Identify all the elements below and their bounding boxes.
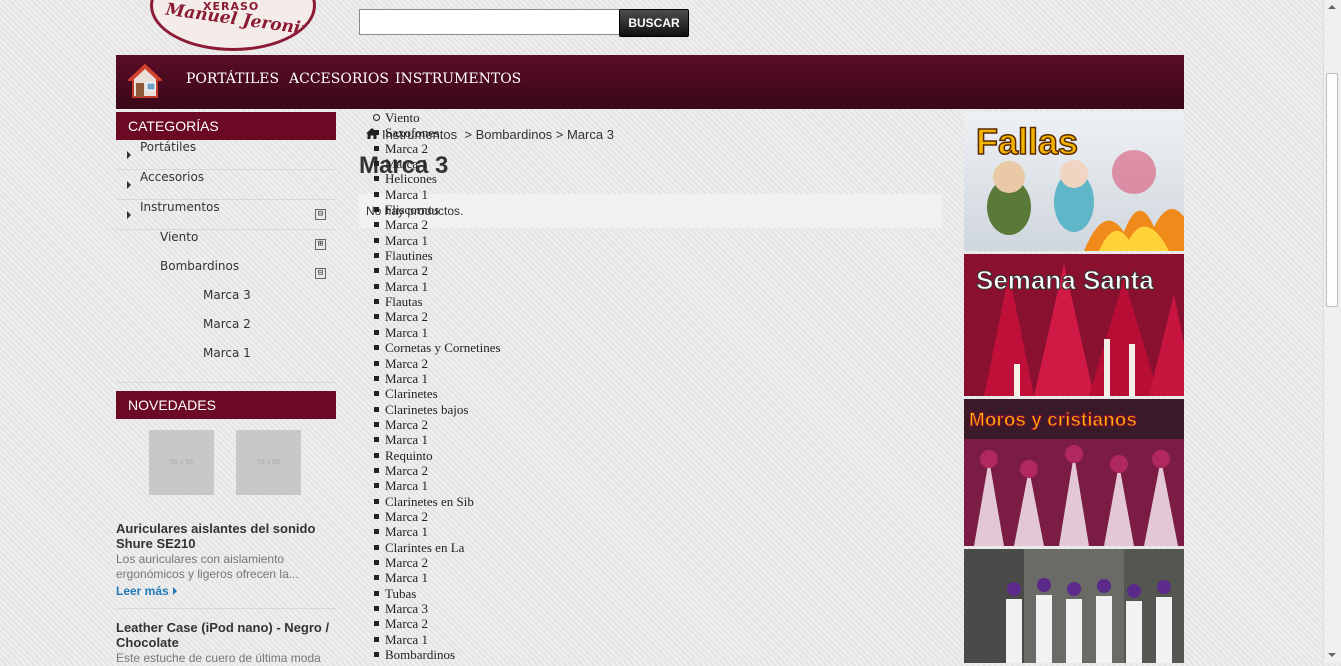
tree-item[interactable]: Clarinetes	[373, 386, 501, 401]
novedades-box: NOVEDADES	[116, 391, 336, 419]
tree-item[interactable]: Marca 1	[373, 478, 501, 493]
tree-item[interactable]: Saxofones	[373, 125, 501, 140]
site-logo[interactable]: XERASO Manuel Jeronimo	[150, 0, 316, 51]
tree-item[interactable]: Marca 2	[373, 141, 501, 156]
main-nav: PORTÁTILES ACCESORIOS INSTRUMENTOS	[116, 55, 1184, 109]
arrow-right-icon	[127, 151, 131, 159]
categories-title: CATEGORÍAS	[116, 112, 336, 140]
product-item: Leather Case (iPod nano) - Negro / Choco…	[116, 608, 336, 666]
tree-item[interactable]: Marca 2	[373, 309, 501, 324]
tree-item[interactable]: Marca 2	[373, 463, 501, 478]
arrow-right-icon	[127, 181, 131, 189]
tree-item[interactable]: Clarintes en La	[373, 540, 501, 555]
category-marca-1[interactable]: Marca 1	[116, 346, 336, 375]
category-marca-3[interactable]: Marca 3	[116, 288, 336, 317]
arrow-right-icon	[127, 211, 131, 219]
category-label: Marca 2	[203, 317, 251, 331]
product-item: Auriculares aislantes del sonido Shure S…	[116, 521, 336, 598]
banner-label: Fallas	[976, 121, 1078, 162]
novedades-title: NOVEDADES	[116, 391, 336, 419]
tree-item[interactable]: Marca 1	[373, 233, 501, 248]
tree-item[interactable]: Marca 2	[373, 555, 501, 570]
nav-portatiles[interactable]: PORTÁTILES	[186, 71, 279, 87]
tree-item[interactable]: Marca 2	[373, 356, 501, 371]
banner-fallas[interactable]: Fallas	[964, 112, 1184, 251]
tree-item[interactable]: Marca 2	[373, 263, 501, 278]
left-sidebar: CATEGORÍAS Portátiles Accesorios Instrum…	[116, 112, 336, 383]
tree-item[interactable]: Marca 1	[373, 570, 501, 585]
tree-item[interactable]: Fliscornos	[373, 202, 501, 217]
tree-item[interactable]: Cornetas y Cornetines	[373, 340, 501, 355]
collapse-icon[interactable]: ⊟	[315, 268, 326, 279]
category-bombardinos[interactable]: Bombardinos ⊟	[116, 259, 336, 288]
search-input[interactable]	[359, 9, 621, 35]
product-description: Los auriculares con aislamiento ergonómi…	[116, 552, 299, 581]
category-label: Bombardinos	[160, 259, 240, 273]
search-button[interactable]: BUSCAR	[619, 9, 689, 37]
tree-item[interactable]: Marca 1	[373, 632, 501, 647]
banner-semana-santa[interactable]: Semana Santa	[964, 254, 1184, 396]
tree-item[interactable]: Bombardinos	[373, 647, 501, 662]
collapse-icon[interactable]: ⊟	[315, 209, 326, 220]
scroll-up-icon[interactable]	[1328, 5, 1336, 9]
tree-item[interactable]: Marca 2	[373, 616, 501, 631]
nav-accesorios[interactable]: ACCESORIOS	[289, 71, 389, 87]
category-accesorios[interactable]: Accesorios	[116, 170, 336, 200]
tree-item[interactable]: Marca 1	[373, 325, 501, 340]
product-description: Este estuche de cuero de última moda	[116, 651, 321, 665]
divider	[116, 381, 336, 383]
category-tree-list: Viento Saxofones Marca 2 Marca 1 Helicones Ma…	[373, 110, 501, 662]
vertical-scrollbar[interactable]	[1323, 0, 1341, 663]
banner-moros-y-cristianos[interactable]: Moros y cristianos	[964, 399, 1184, 546]
tree-item[interactable]: Clarinetes en Sib	[373, 494, 501, 509]
tree-item[interactable]: Flautas	[373, 294, 501, 309]
scroll-thumb[interactable]	[1326, 73, 1338, 307]
tree-item[interactable]: Requinto	[373, 448, 501, 463]
tree-item[interactable]: Viento	[373, 110, 501, 125]
tree-item[interactable]: Marca 2	[373, 509, 501, 524]
banner-label: Moros y cristianos	[969, 410, 1137, 431]
category-instrumentos[interactable]: Instrumentos ⊟	[116, 200, 336, 230]
category-label: Accesorios	[140, 170, 205, 184]
tree-item[interactable]: Clarinetes bajos	[373, 402, 501, 417]
tree-item[interactable]: Marca 2	[373, 417, 501, 432]
tree-item[interactable]: Helicones	[373, 171, 501, 186]
tree-item[interactable]: Marca 3	[373, 601, 501, 616]
tree-item[interactable]: Marca 1	[373, 187, 501, 202]
expand-icon[interactable]: ⊞	[315, 239, 326, 250]
product-thumbnail[interactable]: 58 x 58	[236, 430, 301, 495]
scroll-down-icon[interactable]	[1328, 653, 1336, 657]
category-label: Marca 1	[203, 346, 251, 360]
nav-instrumentos[interactable]: INSTRUMENTOS	[395, 71, 521, 87]
category-marca-2[interactable]: Marca 2	[116, 317, 336, 346]
tree-item[interactable]: Marca 1	[373, 279, 501, 294]
read-more-link[interactable]: Leer más	[116, 584, 336, 598]
read-more-label: Leer más	[116, 584, 169, 598]
tree-item[interactable]: Marca 2	[373, 217, 501, 232]
category-label: Viento	[160, 230, 199, 244]
arrow-right-icon	[172, 587, 177, 595]
category-label: Marca 3	[203, 288, 251, 302]
banner-procession[interactable]	[964, 549, 1184, 663]
category-viento[interactable]: Viento ⊞	[116, 230, 336, 259]
category-portatiles[interactable]: Portátiles	[116, 140, 336, 170]
category-label: Portátiles	[140, 140, 197, 154]
tree-item[interactable]: Marca 1	[373, 156, 501, 171]
product-title[interactable]: Auriculares aislantes del sonido Shure S…	[116, 521, 336, 551]
banner-label: Semana Santa	[976, 265, 1154, 295]
tree-item[interactable]: Flautines	[373, 248, 501, 263]
home-icon[interactable]	[128, 63, 162, 99]
product-title[interactable]: Leather Case (iPod nano) - Negro / Choco…	[116, 620, 336, 650]
tree-item[interactable]: Marca 1	[373, 432, 501, 447]
category-label: Instrumentos	[140, 200, 220, 214]
tree-item[interactable]: Tubas	[373, 586, 501, 601]
tree-item[interactable]: Marca 1	[373, 371, 501, 386]
tree-item[interactable]: Marca 1	[373, 524, 501, 539]
product-thumbnail[interactable]: 58 x 58	[149, 430, 214, 495]
